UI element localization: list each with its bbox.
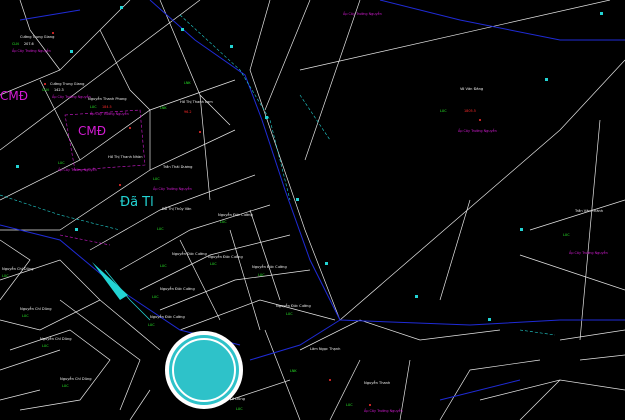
parcel-labels: Cường Trung Giang CLN 207.6 Ấp Cây Trườn… (2, 35, 608, 413)
owner-name: Hồ Thị Thanh Lam (180, 100, 213, 104)
owner-name: Nguyễn Đức Cường (172, 251, 207, 256)
parcel-label[interactable]: Nguyễn Đức Cường LUC (276, 303, 311, 316)
land-code: LUC (62, 384, 69, 388)
land-code: LUC (42, 344, 49, 348)
owner-name: Nguyễn Chí Dũng (20, 306, 52, 311)
parcel-area: 1805.5 (464, 109, 476, 113)
parcel-label[interactable]: Nguyễn Đức Cường LUC (208, 254, 243, 266)
land-code: LUC (58, 161, 65, 165)
parcel-sub: Ấp Cây Trường Nguyễn (569, 250, 608, 255)
parcel-label[interactable]: Nguyễn Đức Cường LUC (252, 264, 287, 277)
parcel-sub: Ấp Cây Trường Nguyễn (12, 48, 51, 53)
parcel-area: 184.5 (102, 105, 112, 109)
land-code: LNK (184, 81, 191, 85)
owner-name: Nguyễn Đức Cường (276, 303, 311, 308)
owner-name: Cường Trung Giang (50, 82, 84, 86)
land-code: LUC (440, 109, 447, 113)
parcel-area: 96.2 (184, 110, 192, 114)
parcel-area: 207.6 (24, 42, 34, 46)
land-code: LUC (157, 227, 164, 231)
land-code: LUC (210, 262, 217, 266)
zone-label-land-class: Đã Tl (120, 195, 154, 210)
parcel-label[interactable]: Đỗ Thị Thủy Vân LUC (157, 206, 191, 231)
parcel-sub: Ấp Cây Trường Nguyễn (458, 128, 497, 133)
parcel-label[interactable]: Cường Trung Giang CLN 142.3 Ấp Cây Trườn… (42, 82, 91, 99)
parcel-label[interactable]: Trần Văn Thành LUC Ấp Cây Trường Nguyễn (563, 209, 608, 255)
survey-points (44, 32, 481, 406)
parcel-label[interactable]: Hồ Thị Thanh Lam LNK 96.2 (160, 100, 213, 114)
land-code: LUC (2, 274, 9, 278)
parcel-label[interactable]: Nguyễn Thanh Phong LUC 184.5 Ấp Cây Trườ… (88, 96, 129, 116)
owner-name: Đỗ Thị Thủy Vân (162, 206, 191, 211)
parcel-label[interactable]: Võ Văn Đăng LUC 1805.5 Ấp Cây Trường Ngu… (440, 87, 497, 133)
zone-label-cmd-center: CMĐ (78, 124, 106, 138)
parcel-label[interactable]: Nguyễn Chí Dũng LUC (60, 376, 92, 388)
parcel-label[interactable]: Lê Dũng LUC (230, 397, 245, 411)
parcel-label[interactable]: Nguyễn Thanh LUC Ấp Cây Trường Nguyễn (346, 380, 403, 413)
land-code: LUC (236, 407, 243, 411)
owner-name: Nguyễn Đức Cường (208, 254, 243, 259)
owner-name: Trần Văn Thành (574, 209, 603, 213)
owner-name: Nguyễn Chí Dũng (40, 336, 72, 341)
cad-drawing-canvas[interactable]: CMĐ CMĐ Đã Tl Ấp Cây Trường Nguyễn Cường… (0, 0, 625, 420)
boundary-lines (0, 0, 625, 401)
owner-name: Nguyễn Thanh (364, 380, 390, 385)
owner-name: Lâm Ngọc Thạnh (310, 347, 340, 351)
parcel-label[interactable]: Nguyễn Chí Dũng LUC (40, 336, 72, 348)
owner-name: Hồ Thị Thanh Nhàn (108, 155, 142, 159)
owner-name: Nguyễn Đức Cường (160, 286, 195, 291)
land-code: LUC (258, 273, 265, 277)
owner-name: Lê Dũng (230, 397, 245, 401)
land-code: LNK (160, 106, 167, 110)
parcel-sub: Ấp Cây Trường Nguyễn (90, 111, 129, 116)
parcel-label[interactable]: Nguyễn Chí Dũng LUC (20, 306, 52, 318)
parcel-sub: Ấp Cây Trường Nguyễn (52, 94, 91, 99)
land-code: LUC (153, 177, 160, 181)
land-code: LUC (22, 314, 29, 318)
owner-name: Võ Văn Đăng (460, 87, 483, 91)
land-code: LUC (148, 323, 155, 327)
parcel-label[interactable]: LNK (184, 81, 191, 85)
parcel-area: 142.3 (54, 88, 64, 92)
owner-name: Nguyễn Đức Cường (252, 264, 287, 269)
zone-label-cmd-left: CMĐ (0, 89, 28, 103)
land-code: LUC (90, 105, 97, 109)
arrow-pointer-icon (92, 262, 151, 321)
land-code: LUC (346, 403, 353, 407)
top-note: Ấp Cây Trường Nguyễn (343, 11, 382, 16)
owner-name: Nguyễn Chí Dũng (2, 266, 34, 271)
parcel-sub: Ấp Cây Trường Nguyễn (58, 167, 97, 172)
owner-name: Trần Thái Dương (162, 165, 192, 169)
land-code: LUC (152, 295, 159, 299)
parcel-sub: Ấp Cây Trường Nguyễn (153, 186, 192, 191)
owner-name: Nguyễn Chí Dũng (60, 376, 92, 381)
land-code: LUC (220, 220, 227, 224)
land-code: CLN (12, 42, 19, 46)
parcel-sub: Ấp Cây Trường Nguyễn (364, 408, 403, 413)
land-code: LUC (160, 264, 167, 268)
parcel-label[interactable]: Hồ Thị Thanh Nhàn LUC Ấp Cây Trường Nguy… (58, 155, 142, 172)
parcel-label[interactable]: Nguyễn Đức Cường LUC (160, 251, 207, 268)
circle-cursor-icon[interactable] (165, 331, 243, 409)
land-code: LNK (290, 369, 297, 373)
owner-name: Cường Trung Giang (20, 35, 54, 39)
land-code: LUC (563, 233, 570, 237)
owner-name: Nguyễn Đức Cường (218, 212, 253, 217)
owner-name: Nguyễn Thanh Phong (88, 96, 127, 101)
parcel-label[interactable]: Cường Trung Giang CLN 207.6 Ấp Cây Trườn… (12, 35, 54, 53)
land-code: LUC (286, 312, 293, 316)
parcel-label[interactable]: Lâm Ngọc Thạnh LNK (290, 347, 340, 373)
owner-name: Nguyễn Đức Cường (150, 314, 185, 319)
cyan-guides (0, 14, 556, 336)
parcel-label[interactable]: Trần Thái Dương LUC Ấp Cây Trường Nguyễn (153, 165, 192, 191)
land-code: CLN (42, 88, 49, 92)
parcel-lines (0, 0, 625, 420)
parcel-label[interactable]: Nguyễn Đức Cường LUC (218, 212, 253, 224)
parcel-label[interactable]: Nguyễn Đức Cường LUC (152, 286, 195, 299)
